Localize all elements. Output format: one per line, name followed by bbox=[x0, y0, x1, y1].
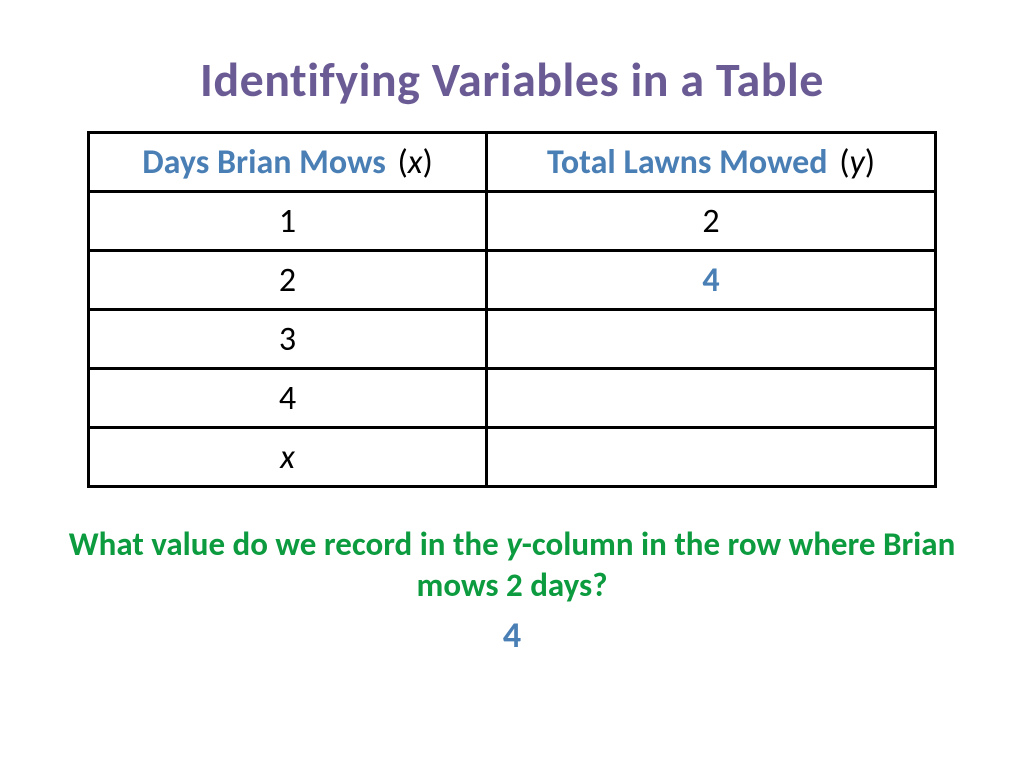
table-row: x bbox=[89, 428, 936, 487]
data-table: Days Brian Mows (x) Total Lawns Mowed (y… bbox=[87, 131, 937, 488]
cell-x: x bbox=[89, 428, 487, 487]
slide: Identifying Variables in a Table Days Br… bbox=[0, 0, 1024, 768]
header-cell-y: Total Lawns Mowed (y) bbox=[487, 133, 936, 192]
question-part1: What value do we record in the bbox=[69, 524, 506, 564]
cell-y bbox=[487, 369, 936, 428]
table-row: 24 bbox=[89, 251, 936, 310]
table-row: 12 bbox=[89, 192, 936, 251]
question-var: y bbox=[506, 524, 522, 564]
cell-x: 3 bbox=[89, 310, 487, 369]
cell-x: 2 bbox=[89, 251, 487, 310]
table-row: 3 bbox=[89, 310, 936, 369]
header-label-y: Total Lawns Mowed bbox=[547, 142, 828, 183]
header-cell-x: Days Brian Mows (x) bbox=[89, 133, 487, 192]
question-text: What value do we record in the y-column … bbox=[62, 524, 962, 607]
cell-x: 1 bbox=[89, 192, 487, 251]
header-var-x: (x) bbox=[397, 142, 432, 183]
header-label-x: Days Brian Mows bbox=[142, 142, 386, 183]
table-row: 4 bbox=[89, 369, 936, 428]
cell-y bbox=[487, 428, 936, 487]
cell-y: 4 bbox=[487, 251, 936, 310]
cell-y bbox=[487, 310, 936, 369]
table-header-row: Days Brian Mows (x) Total Lawns Mowed (y… bbox=[89, 133, 936, 192]
header-var-y: (y) bbox=[839, 142, 875, 183]
answer-value: 4 bbox=[60, 613, 964, 657]
cell-x: 4 bbox=[89, 369, 487, 428]
cell-y: 2 bbox=[487, 192, 936, 251]
slide-title: Identifying Variables in a Table bbox=[60, 50, 964, 109]
